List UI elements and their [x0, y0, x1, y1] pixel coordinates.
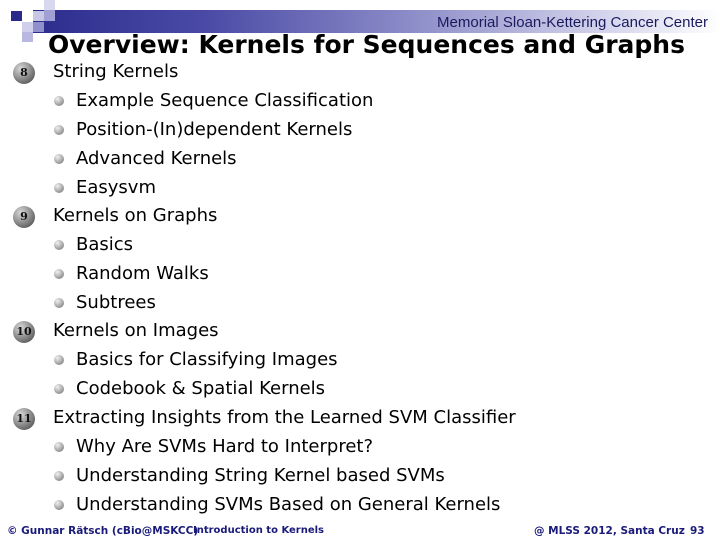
subsection-item: Subtrees [76, 292, 156, 313]
section-title: Kernels on Graphs [53, 205, 218, 226]
subsection-item: Understanding SVMs Based on General Kern… [76, 494, 501, 515]
subsection-item: Understanding String Kernel based SVMs [76, 465, 445, 486]
page-number: 93 [690, 525, 705, 537]
subsection-item: Codebook & Spatial Kernels [76, 378, 326, 399]
section-title: Extracting Insights from the Learned SVM… [53, 407, 516, 428]
logo-square [33, 11, 44, 21]
bullet-icon [54, 240, 64, 250]
section-number-badge: 11 [13, 408, 35, 430]
logo-square [0, 10, 11, 21]
subsection-item: Example Sequence Classification [76, 90, 374, 111]
section-number-badge: 9 [13, 206, 35, 228]
footer-talk-title: Introduction to Kernels [193, 525, 325, 536]
logo-square [22, 32, 33, 42]
bullet-icon [54, 125, 64, 135]
subsection-item: Random Walks [76, 263, 209, 284]
bullet-icon [54, 269, 64, 279]
logo-square [22, 22, 33, 32]
bullet-icon [54, 355, 64, 365]
section-number-badge: 8 [13, 62, 35, 84]
slide-title: Overview: Kernels for Sequences and Grap… [48, 30, 685, 59]
logo-square [44, 0, 55, 10]
section-number-badge: 10 [13, 321, 35, 343]
subsection-item: Basics for Classifying Images [76, 349, 338, 370]
bullet-icon [54, 154, 64, 164]
bullet-icon [54, 96, 64, 106]
bullet-icon [54, 500, 64, 510]
logo-square [33, 22, 44, 32]
footer-author: © Gunnar Rätsch (cBio@MSKCC) [7, 525, 199, 537]
section-title: Kernels on Images [53, 320, 219, 341]
organization-name: Memorial Sloan-Kettering Cancer Center [437, 14, 708, 31]
subsection-item: Basics [76, 234, 134, 255]
footer-event: @ MLSS 2012, Santa Cruz [534, 525, 685, 537]
subsection-item: Advanced Kernels [76, 148, 237, 169]
subsection-item: Why Are SVMs Hard to Interpret? [76, 436, 374, 457]
bullet-icon [54, 442, 64, 452]
bullet-icon [54, 471, 64, 481]
bullet-icon [54, 384, 64, 394]
logo-square [11, 11, 22, 21]
subsection-item: Position-(In)dependent Kernels [76, 119, 353, 140]
logo-square [44, 10, 55, 21]
subsection-item: Easysvm [76, 177, 156, 198]
bullet-icon [54, 183, 64, 193]
bullet-icon [54, 298, 64, 308]
section-title: String Kernels [53, 61, 179, 82]
